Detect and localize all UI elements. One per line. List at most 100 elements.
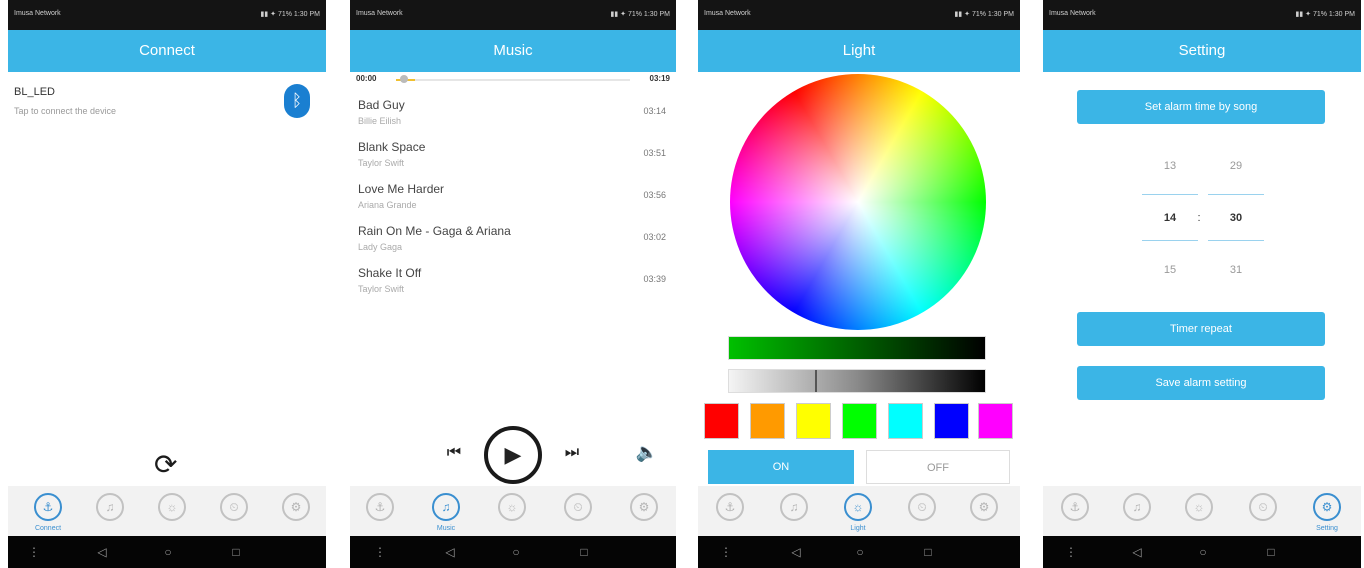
song-duration: 03:02 bbox=[643, 232, 666, 242]
time-separator: : bbox=[1197, 212, 1201, 224]
color-swatch-red[interactable] bbox=[704, 403, 739, 439]
tab-light[interactable]: ☼ bbox=[158, 493, 186, 521]
recent-apps-icon[interactable]: □ bbox=[224, 542, 248, 562]
home-icon[interactable]: ○ bbox=[848, 542, 872, 562]
brightness-knob[interactable] bbox=[815, 370, 817, 392]
tab-setting[interactable]: ⚙ bbox=[970, 493, 998, 521]
tab-timer[interactable]: ⏲ bbox=[220, 493, 248, 521]
recent-apps-icon[interactable]: □ bbox=[916, 542, 940, 562]
song-duration: 03:56 bbox=[643, 190, 666, 200]
minute-selected[interactable]: 30 bbox=[1209, 212, 1263, 224]
more-icon[interactable]: ⋮ bbox=[1059, 542, 1083, 562]
home-icon[interactable]: ○ bbox=[156, 542, 180, 562]
tab-label-music: Music bbox=[436, 525, 456, 532]
recent-apps-icon[interactable]: □ bbox=[1259, 542, 1283, 562]
song-duration: 03:39 bbox=[643, 274, 666, 284]
light-on-button[interactable]: ON bbox=[708, 450, 854, 484]
tab-setting[interactable]: ⚙ bbox=[630, 493, 658, 521]
tab-setting[interactable]: ⚙ bbox=[1313, 493, 1341, 521]
status-bar: Imusa Network ▮▮ ✦ 71% 1:30 PM bbox=[698, 0, 1020, 30]
volume-icon[interactable]: 🔈 bbox=[634, 442, 660, 463]
status-bar: Imusa Network ▮▮ ✦ 71% 1:30 PM bbox=[1043, 0, 1361, 30]
status-bar: Imusa Network ▮▮ ✦ 71% 1:30 PM bbox=[350, 0, 676, 30]
save-alarm-button[interactable]: Save alarm setting bbox=[1077, 366, 1325, 400]
tab-timer[interactable]: ⏲ bbox=[908, 493, 936, 521]
color-swatch-yellow[interactable] bbox=[796, 403, 831, 439]
color-swatch-cyan[interactable] bbox=[888, 403, 923, 439]
color-swatch-blue[interactable] bbox=[934, 403, 969, 439]
alarm-by-song-button[interactable]: Set alarm time by song bbox=[1077, 90, 1325, 124]
more-icon[interactable]: ⋮ bbox=[22, 542, 46, 562]
picker-divider bbox=[1142, 240, 1198, 241]
system-nav-bar: ⋮ ◁ ○ □ bbox=[350, 536, 676, 568]
progress-knob[interactable] bbox=[400, 75, 408, 83]
song-item[interactable]: Love Me Harder Ariana Grande 03:56 bbox=[350, 178, 676, 220]
tab-label-light: Light bbox=[850, 525, 866, 532]
song-item[interactable]: Bad Guy Billie Eilish 03:14 bbox=[350, 94, 676, 136]
previous-icon[interactable]: ⏮ bbox=[442, 444, 466, 462]
back-icon[interactable]: ◁ bbox=[1125, 542, 1149, 562]
more-icon[interactable]: ⋮ bbox=[714, 542, 738, 562]
tab-setting[interactable]: ⚙ bbox=[282, 493, 310, 521]
tab-timer[interactable]: ⏲ bbox=[1249, 493, 1277, 521]
tab-timer[interactable]: ⏲ bbox=[564, 493, 592, 521]
back-icon[interactable]: ◁ bbox=[438, 542, 462, 562]
song-item[interactable]: Shake It Off Taylor Swift 03:39 bbox=[350, 262, 676, 304]
hour-prev[interactable]: 13 bbox=[1143, 160, 1197, 172]
tab-light[interactable]: ☼ bbox=[498, 493, 526, 521]
song-item[interactable]: Blank Space Taylor Swift 03:51 bbox=[350, 136, 676, 178]
home-icon[interactable]: ○ bbox=[1191, 542, 1215, 562]
tab-connect[interactable]: ⚓ bbox=[366, 493, 394, 521]
color-swatch-magenta[interactable] bbox=[978, 403, 1013, 439]
more-icon[interactable]: ⋮ bbox=[368, 542, 392, 562]
bluetooth-icon[interactable]: ᛒ bbox=[284, 84, 310, 118]
saturation-slider[interactable] bbox=[728, 336, 986, 360]
tab-music[interactable]: ♫ bbox=[432, 493, 460, 521]
screen-light: Imusa Network ▮▮ ✦ 71% 1:30 PM Light ON … bbox=[698, 0, 1020, 568]
song-item[interactable]: Rain On Me - Gaga & Ariana Lady Gaga 03:… bbox=[350, 220, 676, 262]
tab-connect[interactable]: ⚓ bbox=[34, 493, 62, 521]
tab-label-setting: Setting bbox=[1316, 525, 1338, 532]
refresh-icon[interactable]: ⟳ bbox=[154, 448, 177, 481]
back-icon[interactable]: ◁ bbox=[784, 542, 808, 562]
light-off-button[interactable]: OFF bbox=[866, 450, 1010, 484]
minute-prev[interactable]: 29 bbox=[1209, 160, 1263, 172]
status-icons: ▮▮ ✦ 71% 1:30 PM bbox=[260, 11, 320, 18]
tab-bar: ⚓ Connect ♫ ☼ ⏲ ⚙ bbox=[8, 486, 326, 536]
brightness-slider[interactable] bbox=[728, 369, 986, 393]
recent-apps-icon[interactable]: □ bbox=[572, 542, 596, 562]
color-swatch-green[interactable] bbox=[842, 403, 877, 439]
carrier-text: Imusa Network bbox=[704, 10, 751, 17]
color-wheel[interactable] bbox=[730, 74, 986, 330]
back-icon[interactable]: ◁ bbox=[90, 542, 114, 562]
home-icon[interactable]: ○ bbox=[504, 542, 528, 562]
tab-light[interactable]: ☼ bbox=[1185, 493, 1213, 521]
tab-connect[interactable]: ⚓ bbox=[1061, 493, 1089, 521]
device-name: BL_LED bbox=[14, 86, 55, 98]
color-swatch-orange[interactable] bbox=[750, 403, 785, 439]
tab-light[interactable]: ☼ bbox=[844, 493, 872, 521]
screen-music: Imusa Network ▮▮ ✦ 71% 1:30 PM Music 00:… bbox=[350, 0, 676, 568]
song-title: Shake It Off bbox=[358, 266, 422, 280]
tab-music[interactable]: ♫ bbox=[1123, 493, 1151, 521]
app-title: Light bbox=[698, 30, 1020, 72]
song-progress[interactable]: 00:00 03:19 bbox=[356, 74, 670, 88]
status-icons: ▮▮ ✦ 71% 1:30 PM bbox=[954, 11, 1014, 18]
hour-next[interactable]: 15 bbox=[1143, 264, 1197, 276]
system-nav-bar: ⋮ ◁ ○ □ bbox=[698, 536, 1020, 568]
tab-connect[interactable]: ⚓ bbox=[716, 493, 744, 521]
screen-setting: Imusa Network ▮▮ ✦ 71% 1:30 PM Setting S… bbox=[1043, 0, 1361, 568]
system-nav-bar: ⋮ ◁ ○ □ bbox=[8, 536, 326, 568]
minute-next[interactable]: 31 bbox=[1209, 264, 1263, 276]
song-artist: Taylor Swift bbox=[358, 158, 405, 168]
picker-divider bbox=[1208, 194, 1264, 195]
play-icon[interactable]: ▶ bbox=[484, 426, 542, 484]
tab-music[interactable]: ♫ bbox=[96, 493, 124, 521]
timer-repeat-button[interactable]: Timer repeat bbox=[1077, 312, 1325, 346]
tab-music[interactable]: ♫ bbox=[780, 493, 808, 521]
status-icons: ▮▮ ✦ 71% 1:30 PM bbox=[610, 11, 670, 18]
status-icons: ▮▮ ✦ 71% 1:30 PM bbox=[1295, 11, 1355, 18]
song-duration: 03:51 bbox=[643, 148, 666, 158]
next-icon[interactable]: ⏭ bbox=[560, 444, 584, 462]
progress-track[interactable] bbox=[396, 79, 630, 81]
